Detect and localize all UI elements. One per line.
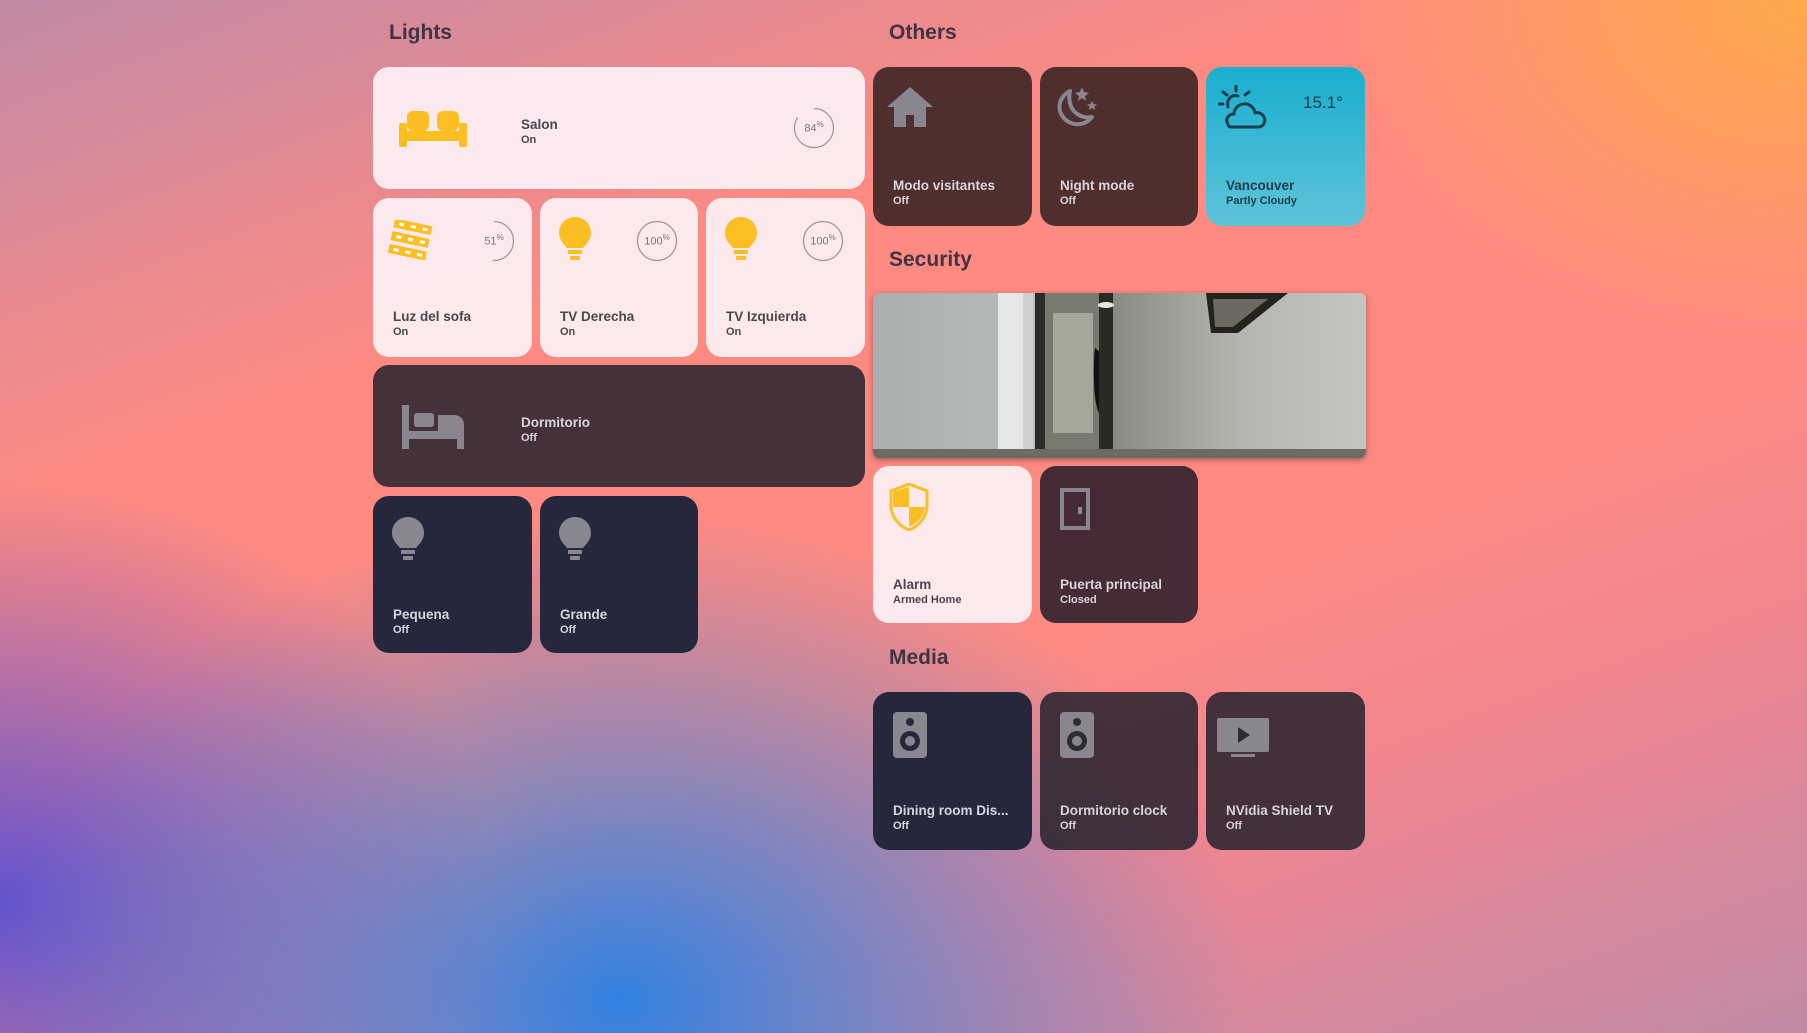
brightness-value: 100 bbox=[644, 235, 663, 248]
night-icon bbox=[1057, 87, 1097, 127]
tile-name: Dormitorio clock bbox=[1060, 803, 1168, 818]
tile-state: Partly Cloudy bbox=[1226, 195, 1297, 207]
tile-state: On bbox=[393, 326, 409, 338]
tile-state: Closed bbox=[1060, 594, 1097, 606]
tile-state: Off bbox=[1060, 195, 1076, 207]
tile-tv-derecha[interactable]: 100% TV Derecha On bbox=[540, 198, 698, 357]
tile-name: Salon bbox=[521, 117, 558, 132]
tile-name: Pequena bbox=[393, 607, 450, 622]
shield-icon bbox=[889, 483, 929, 531]
section-title-others: Others bbox=[889, 21, 957, 44]
brightness-indicator[interactable]: 100% bbox=[802, 220, 844, 262]
tile-state: Off bbox=[521, 432, 537, 444]
tile-state: Off bbox=[1226, 820, 1242, 832]
lightbulb-icon bbox=[559, 517, 591, 560]
tile-name: Alarm bbox=[893, 577, 932, 592]
tile-state: Off bbox=[893, 195, 909, 207]
brightness-indicator[interactable]: 84% bbox=[793, 107, 835, 149]
tile-grande[interactable]: Grande Off bbox=[540, 496, 698, 653]
tile-alarm[interactable]: Alarm Armed Home bbox=[873, 466, 1032, 623]
led-strip-icon bbox=[387, 220, 433, 260]
tile-dining-room-display[interactable]: Dining room Dis... Off bbox=[873, 692, 1032, 850]
tile-pequena[interactable]: Pequena Off bbox=[373, 496, 532, 653]
brightness-unit: % bbox=[828, 233, 836, 242]
tile-name: NVidia Shield TV bbox=[1226, 803, 1334, 818]
tile-state: On bbox=[726, 326, 742, 338]
brightness-value: 100 bbox=[810, 235, 829, 248]
tile-weather-vancouver[interactable]: 15.1° Vancouver Partly Cloudy bbox=[1206, 67, 1365, 226]
tile-name: Luz del sofa bbox=[393, 309, 472, 324]
weather-partly-cloudy-icon bbox=[1218, 85, 1267, 129]
tile-dormitorio-clock[interactable]: Dormitorio clock Off bbox=[1040, 692, 1198, 850]
tile-state: On bbox=[521, 134, 537, 146]
door-icon bbox=[1060, 488, 1090, 530]
brightness-unit: % bbox=[662, 233, 670, 242]
tile-nvidia-shield-tv[interactable]: NVidia Shield TV Off bbox=[1206, 692, 1365, 850]
lightbulb-icon bbox=[725, 217, 757, 260]
tile-name: Vancouver bbox=[1226, 178, 1295, 193]
home-icon bbox=[887, 87, 933, 127]
tile-state: Armed Home bbox=[893, 594, 962, 606]
tile-modo-visitantes[interactable]: Modo visitantes Off bbox=[873, 67, 1032, 226]
security-camera-feed[interactable] bbox=[873, 293, 1366, 458]
tile-name: TV Derecha bbox=[560, 309, 635, 324]
temperature: 15.1° bbox=[1303, 93, 1343, 112]
tile-name: TV Izquierda bbox=[726, 309, 807, 324]
brightness-value: 84 bbox=[804, 122, 817, 135]
section-title-media: Media bbox=[889, 646, 949, 669]
speaker-icon bbox=[1060, 712, 1094, 758]
speaker-icon bbox=[893, 712, 927, 758]
tile-state: Off bbox=[560, 624, 576, 636]
camera-image bbox=[873, 293, 1366, 458]
tile-name: Dining room Dis... bbox=[893, 803, 1009, 818]
tile-tv-izquierda[interactable]: 100% TV Izquierda On bbox=[706, 198, 865, 357]
brightness-unit: % bbox=[816, 120, 824, 129]
tile-state: Off bbox=[893, 820, 909, 832]
tile-name: Modo visitantes bbox=[893, 178, 996, 193]
tv-icon bbox=[1217, 718, 1269, 757]
brightness-indicator[interactable]: 51% bbox=[473, 220, 515, 262]
bed-icon bbox=[402, 405, 464, 449]
brightness-unit: % bbox=[496, 233, 504, 242]
tile-state: Off bbox=[393, 624, 409, 636]
tile-night-mode[interactable]: Night mode Off bbox=[1040, 67, 1198, 226]
lightbulb-icon bbox=[392, 517, 424, 560]
tile-name: Night mode bbox=[1060, 178, 1135, 193]
tile-name: Grande bbox=[560, 607, 608, 622]
tile-name: Dormitorio bbox=[521, 415, 590, 430]
tile-dormitorio[interactable]: Dormitorio Off bbox=[373, 365, 865, 487]
tile-state: On bbox=[560, 326, 576, 338]
lightbulb-icon bbox=[559, 217, 591, 260]
tile-luz-del-sofa[interactable]: 51% Luz del sofa On bbox=[373, 198, 532, 357]
section-title-security: Security bbox=[889, 248, 972, 271]
section-title-lights: Lights bbox=[389, 21, 452, 44]
tile-salon[interactable]: Salon On 84% bbox=[373, 67, 865, 189]
brightness-value: 51 bbox=[484, 235, 497, 248]
sofa-icon bbox=[399, 111, 467, 147]
tile-state: Off bbox=[1060, 820, 1076, 832]
tile-puerta-principal[interactable]: Puerta principal Closed bbox=[1040, 466, 1198, 623]
tile-name: Puerta principal bbox=[1060, 577, 1163, 592]
brightness-indicator[interactable]: 100% bbox=[636, 220, 678, 262]
